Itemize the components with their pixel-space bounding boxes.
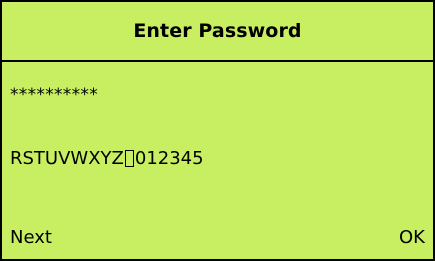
masked-password-field[interactable]: **********	[10, 85, 98, 105]
lcd-display: Enter Password ********** RSTUVWXYZ 0123…	[0, 0, 435, 261]
selection-cursor	[124, 150, 134, 167]
character-selector[interactable]: RSTUVWXYZ 012345	[10, 148, 204, 169]
ok-softkey[interactable]: OK	[399, 227, 425, 248]
charset-before-cursor: RSTUVWXYZ	[10, 148, 124, 169]
next-softkey[interactable]: Next	[10, 227, 52, 248]
title-bar: Enter Password	[2, 2, 433, 62]
page-title: Enter Password	[133, 20, 302, 42]
charset-after-cursor: 012345	[134, 148, 204, 169]
